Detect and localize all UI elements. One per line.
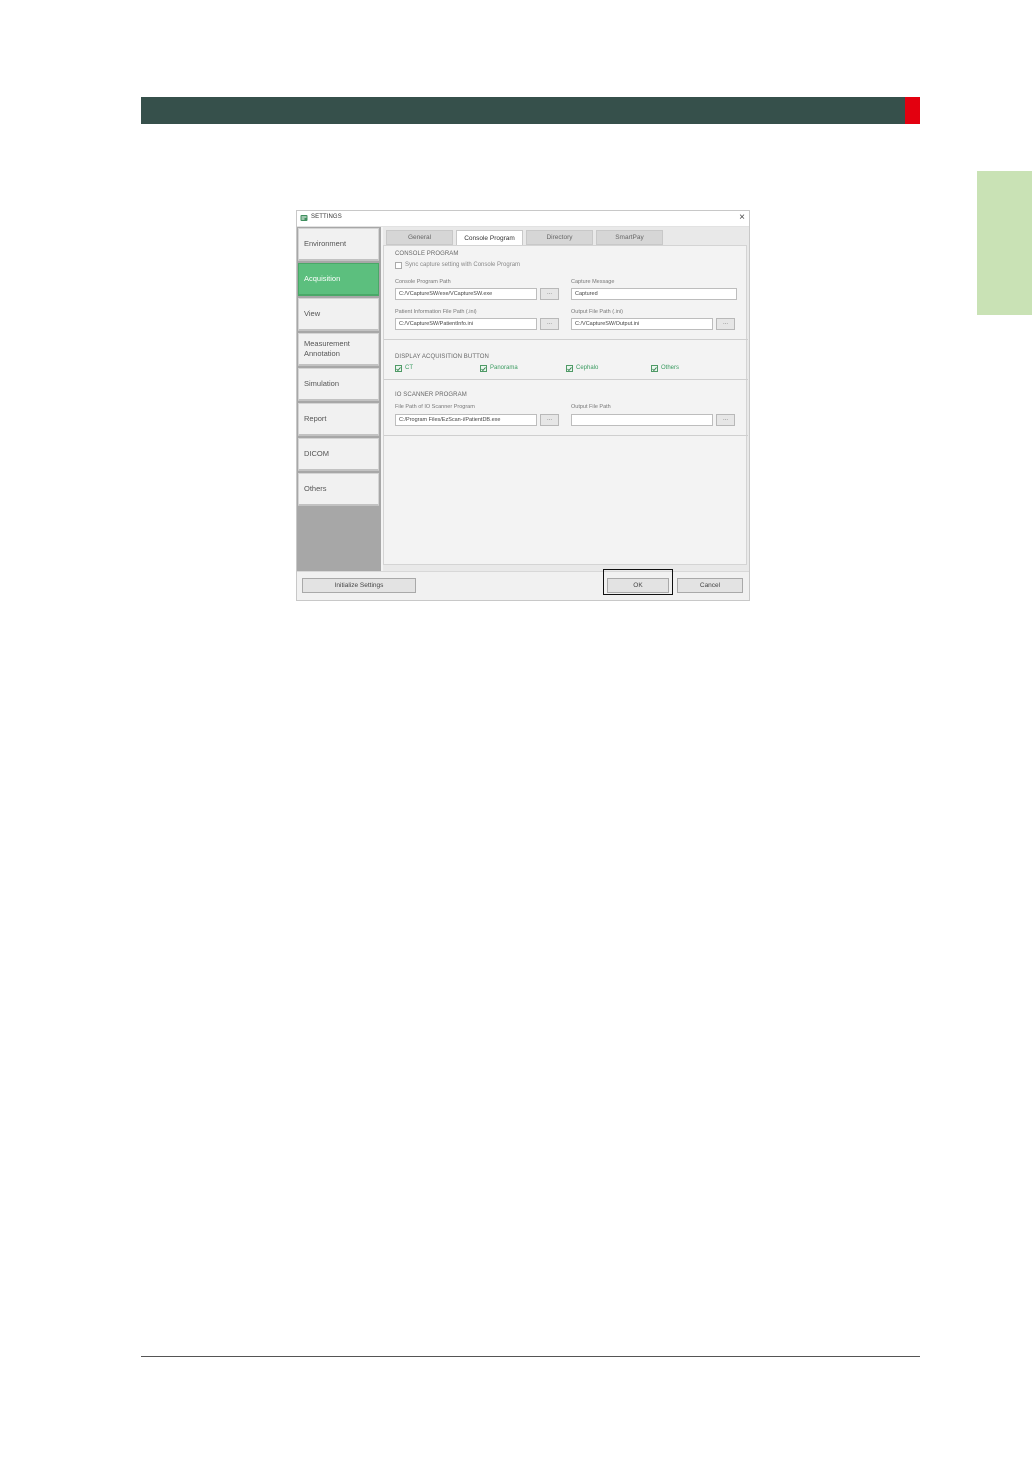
dialog-button-bar: Initialize Settings OK Cancel xyxy=(297,571,749,600)
tab-smartpay[interactable]: SmartPay xyxy=(596,230,663,245)
check-icon xyxy=(481,366,486,371)
section-divider xyxy=(384,435,748,436)
cephalo-checkbox[interactable] xyxy=(566,365,573,372)
cephalo-label: Cephalo xyxy=(576,365,599,371)
io-scanner-path-field[interactable]: C:/Program Files/EzScan-i/PatientDB.exe xyxy=(395,414,537,426)
console-program-browse-button[interactable]: ... xyxy=(540,288,559,300)
sync-capture-label: Sync capture setting with Console Progra… xyxy=(405,262,521,268)
console-program-path-label: Console Program Path xyxy=(395,279,451,285)
page-header-bar xyxy=(141,97,905,124)
settings-window: SETTINGS × Environment Acquisition View … xyxy=(296,210,750,601)
initialize-settings-button[interactable]: Initialize Settings xyxy=(302,578,416,593)
patient-info-path-field[interactable]: C:/VCaptureSW/PatientInfo.ini xyxy=(395,318,537,330)
settings-content: General Console Program Directory SmartP… xyxy=(383,227,749,571)
console-program-panel: CONSOLE PROGRAM Sync capture setting wit… xyxy=(383,245,748,565)
output-path-browse-button[interactable]: ... xyxy=(716,318,735,330)
capture-message-field[interactable]: Captured xyxy=(571,288,737,300)
tab-directory[interactable]: Directory xyxy=(526,230,593,245)
tab-console-program[interactable]: Console Program xyxy=(456,230,523,246)
output-path-label: Output File Path (.ini) xyxy=(571,309,623,315)
io-output-path-field[interactable] xyxy=(571,414,713,426)
ct-checkbox[interactable] xyxy=(395,365,402,372)
check-icon xyxy=(567,366,572,371)
others-label: Others xyxy=(661,365,680,371)
sidebar-item-label: View xyxy=(304,309,321,318)
window-titlebar: SETTINGS × xyxy=(297,211,749,227)
io-output-browse-button[interactable]: ... xyxy=(716,414,735,426)
ct-label: CT xyxy=(405,365,413,371)
sidebar-item-simulation[interactable]: Simulation xyxy=(298,368,379,401)
sidebar-item-acquisition[interactable]: Acquisition xyxy=(298,263,379,296)
sidebar-item-label: Simulation xyxy=(304,379,340,388)
close-icon[interactable]: × xyxy=(739,212,745,224)
io-scanner-browse-button[interactable]: ... xyxy=(540,414,559,426)
cancel-button[interactable]: Cancel xyxy=(677,578,743,593)
sidebar-item-label: Report xyxy=(304,414,327,423)
capture-message-label: Capture Message xyxy=(571,279,615,285)
window-title: SETTINGS xyxy=(311,214,342,220)
sidebar-item-label: DICOM xyxy=(304,449,329,458)
patient-info-browse-button[interactable]: ... xyxy=(540,318,559,330)
settings-app-icon xyxy=(300,215,308,221)
page-header-accent xyxy=(905,97,920,124)
section-title-io-scanner: IO SCANNER PROGRAM xyxy=(395,392,467,398)
patient-info-path-label: Patient Information File Path (.ini) xyxy=(395,309,477,315)
console-program-path-field[interactable]: C:/VCaptureSW/exe/VCaptureSW.exe xyxy=(395,288,537,300)
sidebar-item-view[interactable]: View xyxy=(298,298,379,331)
check-icon xyxy=(396,366,401,371)
io-scanner-path-label: File Path of IO Scanner Program xyxy=(395,404,475,410)
section-divider xyxy=(384,379,748,380)
sidebar-item-label: Others xyxy=(304,484,327,493)
sidebar-item-others[interactable]: Others xyxy=(298,473,379,506)
ok-button-highlight-box xyxy=(603,569,673,595)
settings-sidebar: Environment Acquisition View Measurement… xyxy=(297,227,381,571)
io-output-path-label: Output File Path xyxy=(571,404,611,410)
panorama-checkbox[interactable] xyxy=(480,365,487,372)
footer-rule xyxy=(141,1356,920,1357)
sidebar-item-label: Environment xyxy=(304,239,347,248)
sidebar-item-report[interactable]: Report xyxy=(298,403,379,436)
sync-capture-checkbox[interactable] xyxy=(395,262,402,269)
tab-general[interactable]: General xyxy=(386,230,453,245)
others-checkbox[interactable] xyxy=(651,365,658,372)
sidebar-item-measurement-annotation[interactable]: Measurement Annotation xyxy=(298,333,379,366)
section-title-display-acquisition: DISPLAY ACQUISITION BUTTON xyxy=(395,354,489,360)
sidebar-item-dicom[interactable]: DICOM xyxy=(298,438,379,471)
chapter-side-tab xyxy=(977,171,1032,315)
sidebar-item-label: Measurement Annotation xyxy=(304,339,350,358)
section-divider xyxy=(384,339,748,340)
output-path-field[interactable]: C:/VCaptureSW/Output.ini xyxy=(571,318,713,330)
check-icon xyxy=(652,366,657,371)
sidebar-item-environment[interactable]: Environment xyxy=(298,228,379,261)
panorama-label: Panorama xyxy=(490,365,518,371)
sidebar-item-label: Acquisition xyxy=(304,274,341,283)
section-title-console-program: CONSOLE PROGRAM xyxy=(395,251,459,257)
